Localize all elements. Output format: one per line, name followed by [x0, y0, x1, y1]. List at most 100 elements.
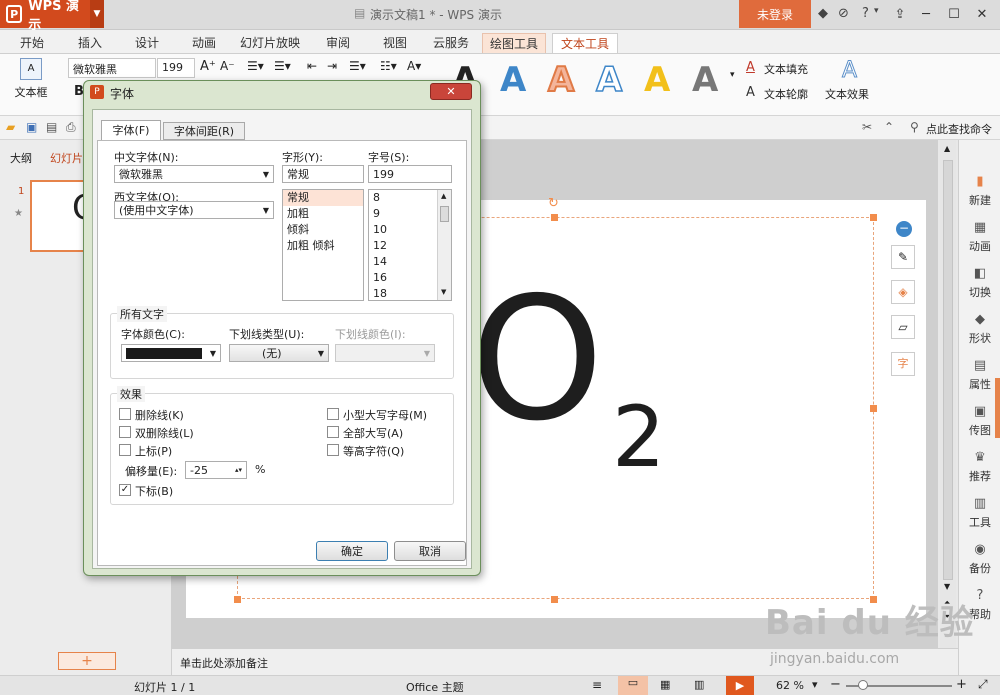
align-icon[interactable]: ☷▾ — [380, 59, 397, 73]
zoom-dropdown-icon[interactable]: ▾ — [812, 678, 818, 691]
increase-indent-icon[interactable]: ⇥ — [327, 59, 337, 73]
resize-handle[interactable] — [551, 214, 558, 221]
cancel-button[interactable]: 取消 — [394, 541, 466, 561]
help-dropdown-icon[interactable]: ▾ — [874, 6, 879, 16]
slide-subscript-text[interactable]: 2 — [612, 395, 665, 479]
text-style-blue-outline[interactable]: A — [595, 59, 623, 101]
rotate-handle-icon[interactable]: ↻ — [548, 196, 559, 211]
tab-character-spacing[interactable]: 字体间距(R) — [163, 122, 245, 140]
scroll-down-icon[interactable]: ▼ — [441, 288, 446, 296]
subscript-checkbox[interactable]: ✓ — [119, 484, 131, 496]
text-style-gray[interactable]: A — [692, 60, 718, 100]
scroll-up-icon[interactable]: ▲ — [944, 144, 950, 153]
tab-animation[interactable]: 动画 — [184, 33, 224, 53]
slide-main-text[interactable]: O — [470, 275, 604, 445]
pane-new[interactable]: ▮ 新建 — [959, 174, 1000, 208]
text-outline-button[interactable]: 文本轮廓 — [764, 86, 808, 102]
reading-view-icon[interactable]: ▥ — [694, 678, 704, 691]
text-direction-icon[interactable]: A▾ — [407, 59, 421, 73]
collapse-toolbar-icon[interactable]: − — [896, 221, 912, 237]
pane-properties[interactable]: ▤ 属性 — [959, 358, 1000, 392]
cn-font-select[interactable]: 微软雅黑 ▼ — [114, 165, 274, 183]
tools-icon[interactable]: ✂ — [862, 120, 872, 134]
font-name-select[interactable]: 微软雅黑 — [68, 58, 156, 78]
font-size-select[interactable]: 199 — [157, 58, 195, 78]
textbox-button[interactable]: A 文本框 — [8, 58, 54, 100]
text-fill-button[interactable]: 文本填充 — [764, 61, 808, 77]
resize-handle[interactable] — [551, 596, 558, 603]
size-list[interactable]: 8 9 10 12 14 16 18 ▲ ▼ — [368, 189, 452, 301]
resize-handle[interactable] — [234, 596, 241, 603]
style-option[interactable]: 加粗 倾斜 — [283, 238, 363, 254]
resize-handle[interactable] — [870, 214, 877, 221]
underline-type-select[interactable]: (无) ▼ — [229, 344, 329, 362]
minimize-button[interactable]: ─ — [915, 4, 937, 24]
tab-slideshow[interactable]: 幻灯片放映 — [238, 33, 302, 53]
scroll-thumb[interactable] — [943, 160, 953, 580]
tab-text-tools[interactable]: 文本工具 — [552, 33, 618, 53]
open-icon[interactable]: ▰ — [6, 120, 15, 134]
pane-tools[interactable]: ▥ 工具 — [959, 496, 1000, 530]
save-icon[interactable]: ▣ — [26, 120, 37, 134]
text-format-icon[interactable]: 字 — [891, 352, 915, 376]
print-preview-icon[interactable]: ▤ — [46, 120, 57, 134]
tab-drawing-tools[interactable]: 绘图工具 — [482, 33, 546, 53]
tab-design[interactable]: 设计 — [127, 33, 167, 53]
tab-cloud[interactable]: 云服务 — [428, 33, 474, 53]
double-strikethrough-checkbox[interactable] — [119, 426, 131, 438]
strikethrough-checkbox[interactable] — [119, 408, 131, 420]
zoom-in-button[interactable]: + — [956, 677, 967, 692]
help-icon[interactable]: ? — [862, 6, 869, 21]
spin-icon[interactable]: ▴▾ — [235, 466, 242, 474]
scroll-thumb[interactable] — [440, 206, 449, 222]
small-caps-checkbox[interactable] — [327, 408, 339, 420]
pane-shape[interactable]: ◆ 形状 — [959, 312, 1000, 346]
pane-recommend[interactable]: ♛ 推荐 — [959, 450, 1000, 484]
west-font-select[interactable]: (使用中文字体) ▼ — [114, 201, 274, 219]
command-search[interactable]: 点此查找命令 — [926, 121, 992, 137]
collapse-ribbon-icon[interactable]: ⌃ — [884, 120, 894, 134]
bullets-icon[interactable]: ☰▾ — [247, 59, 264, 73]
ok-button[interactable]: 确定 — [316, 541, 388, 561]
text-style-yellow[interactable]: A — [644, 60, 670, 100]
line-spacing-icon[interactable]: ☰▾ — [349, 59, 366, 73]
superscript-checkbox[interactable] — [119, 444, 131, 456]
vertical-scrollbar[interactable]: ▲ ▼ ⏶ ⏷ — [940, 140, 956, 648]
offset-input[interactable]: -25 ▴▾ — [185, 461, 247, 479]
chevron-down-icon[interactable]: ▼ — [90, 0, 105, 28]
add-slide-button[interactable]: + — [58, 652, 116, 670]
style-input[interactable]: 常规 — [282, 165, 364, 183]
skin-icon[interactable]: ◆ — [818, 6, 828, 21]
zoom-slider-thumb[interactable] — [858, 680, 868, 690]
dialog-close-button[interactable]: ✕ — [430, 83, 472, 100]
maximize-button[interactable]: ☐ — [943, 4, 965, 24]
share-icon[interactable]: ⊘ — [838, 6, 849, 21]
scroll-down-icon[interactable]: ▼ — [944, 582, 950, 591]
scroll-up-icon[interactable]: ▲ — [441, 192, 446, 200]
play-slideshow-button[interactable]: ▶ — [726, 676, 754, 695]
tab-home[interactable]: 开始 — [12, 33, 52, 53]
text-style-orange-outline[interactable]: A — [547, 59, 575, 101]
resize-handle[interactable] — [870, 405, 877, 412]
login-button[interactable]: 未登录 — [739, 0, 811, 28]
tab-outline[interactable]: 大纲 — [10, 150, 32, 166]
pane-collapse-tab[interactable] — [995, 378, 1000, 438]
pane-transition[interactable]: ◧ 切换 — [959, 266, 1000, 300]
pane-animation[interactable]: ▦ 动画 — [959, 220, 1000, 254]
zoom-out-button[interactable]: − — [830, 677, 841, 692]
text-style-blue[interactable]: A — [500, 60, 526, 100]
styles-more-icon[interactable]: ▾ — [730, 70, 735, 80]
print-icon[interactable]: ⎙ — [66, 120, 76, 135]
outline-icon[interactable]: ▱ — [891, 315, 915, 339]
fill-icon[interactable]: ◈ — [891, 280, 915, 304]
app-menu-button[interactable]: P WPS 演示 ▼ — [0, 0, 105, 33]
style-option[interactable]: 加粗 — [283, 206, 363, 222]
numbering-icon[interactable]: ☰▾ — [274, 59, 291, 73]
size-list-scrollbar[interactable]: ▲ ▼ — [437, 190, 451, 300]
size-input[interactable]: 199 — [368, 165, 452, 183]
grow-font-icon[interactable]: A⁺ — [200, 59, 216, 74]
notes-toggle-icon[interactable]: ≡ — [592, 678, 602, 692]
all-caps-checkbox[interactable] — [327, 426, 339, 438]
style-option[interactable]: 倾斜 — [283, 222, 363, 238]
decrease-indent-icon[interactable]: ⇤ — [307, 59, 317, 73]
